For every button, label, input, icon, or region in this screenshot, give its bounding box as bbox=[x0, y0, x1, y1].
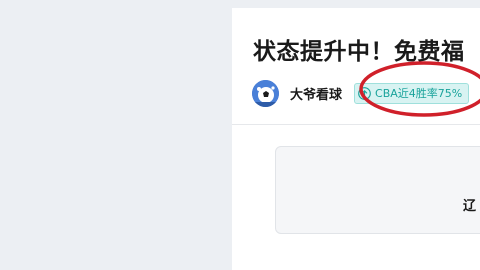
left-gutter bbox=[0, 0, 232, 270]
win-rate-tag-label: CBA近4胜率75% bbox=[375, 87, 463, 100]
win-rate-tag[interactable]: CBA近4胜率75% bbox=[354, 82, 470, 104]
soccer-ball-avatar-icon bbox=[252, 79, 279, 107]
article-card: 状态提升中！免费福 大爷看球 CBA近4胜率75% 辽 bbox=[232, 8, 480, 270]
author-name[interactable]: 大爷看球 bbox=[290, 84, 342, 103]
trend-up-icon bbox=[358, 86, 371, 100]
author-avatar[interactable] bbox=[252, 79, 279, 107]
match-card[interactable]: 辽 bbox=[275, 146, 480, 234]
page: 状态提升中！免费福 大爷看球 CBA近4胜率75% 辽 bbox=[0, 0, 480, 270]
header-divider bbox=[232, 124, 480, 125]
author-row: 大爷看球 CBA近4胜率75% bbox=[252, 78, 470, 108]
match-team-name: 辽 bbox=[463, 199, 477, 214]
article-title: 状态提升中！免费福 bbox=[253, 39, 465, 65]
